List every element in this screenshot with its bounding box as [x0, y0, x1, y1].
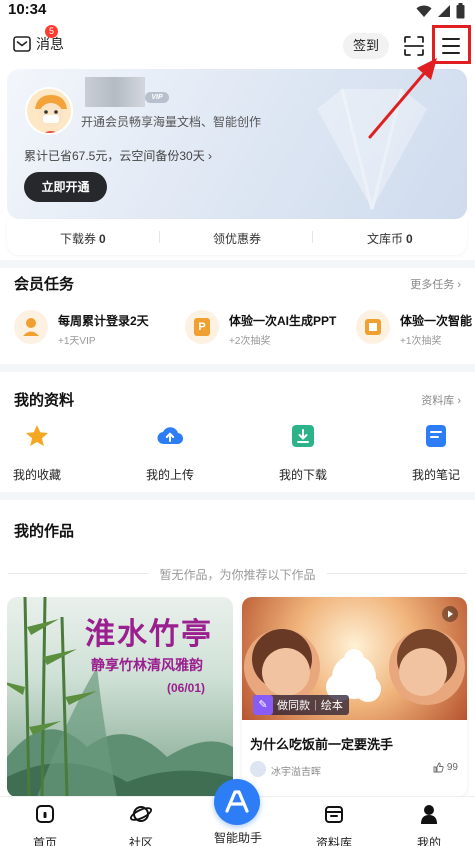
- coupon-coins[interactable]: 文库币 0: [367, 230, 413, 247]
- nav-profile[interactable]: 我的: [394, 803, 464, 846]
- task-item[interactable]: 体验一次智能 +1次抽奖: [356, 308, 475, 348]
- empty-works-text: 暂无作品，为你推荐以下作品: [159, 568, 316, 582]
- nav-home[interactable]: 首页: [10, 803, 80, 846]
- vip-saved-text[interactable]: 累计已省67.5元，云空间备份30天 ›: [24, 147, 212, 164]
- like-button[interactable]: 99: [433, 762, 458, 773]
- username-redacted: [85, 77, 145, 107]
- coupon-divider: [312, 231, 313, 243]
- recommended-work-card[interactable]: ✎ 做同款 | 绘本 为什么吃饭前一定要洗手 冰宇溢吉晖 99: [242, 597, 467, 797]
- recommended-work-card[interactable]: 淮水竹亭 静享竹林清风雅韵 (06/01): [7, 597, 233, 797]
- status-bar: 10:34: [0, 0, 475, 22]
- section-divider: [0, 364, 475, 372]
- work-title: 为什么吃饭前一定要洗手: [250, 737, 394, 752]
- section-divider: [0, 492, 475, 500]
- image-task-icon: [356, 310, 390, 344]
- messages-button[interactable]: 消息: [13, 34, 64, 54]
- poster-date: (06/01): [167, 681, 206, 695]
- my-downloads-button[interactable]: 我的下载: [268, 423, 338, 483]
- nav-assistant-label: 智能助手: [213, 831, 262, 845]
- status-time: 10:34: [8, 1, 47, 18]
- login-task-icon: [14, 310, 48, 344]
- home-icon: [36, 805, 54, 823]
- profile-icon: [421, 805, 437, 824]
- member-tasks-more[interactable]: 更多任务 ›: [410, 276, 461, 292]
- task-item[interactable]: P 体验一次AI生成PPT +2次抽奖: [185, 308, 345, 348]
- cloud-upload-icon: [157, 427, 184, 445]
- my-uploads-button[interactable]: 我的上传: [135, 423, 205, 483]
- open-vip-button[interactable]: 立即开通: [24, 172, 107, 202]
- tag-separator: |: [314, 699, 317, 711]
- nav-library[interactable]: 资料库: [299, 803, 369, 846]
- nav-assistant-button[interactable]: [214, 779, 260, 825]
- my-notes-button[interactable]: 我的笔记: [401, 423, 471, 483]
- make-same-tag[interactable]: ✎ 做同款 | 绘本: [253, 695, 349, 715]
- battery-icon: [456, 3, 465, 19]
- planet-icon: [129, 806, 153, 822]
- poster-subtitle: 静享竹林清风雅韵: [91, 657, 203, 673]
- edit-icon: ✎: [253, 695, 273, 715]
- my-favorites-button[interactable]: 我的收藏: [2, 423, 72, 483]
- my-works-title: 我的作品: [14, 523, 75, 540]
- status-icons: [416, 3, 465, 19]
- poster-title: 淮水竹亭: [85, 618, 213, 651]
- play-icon: [442, 606, 458, 622]
- signal-icon: [438, 5, 450, 17]
- bottom-nav: 首页 社区 智能助手 资料库 我的: [0, 779, 475, 846]
- ppt-task-icon: P: [185, 310, 219, 344]
- star-icon: [26, 425, 48, 446]
- messages-badge: 5: [45, 25, 58, 38]
- coupon-get[interactable]: 领优惠券: [213, 230, 261, 247]
- section-divider: [0, 260, 475, 268]
- library-icon: [325, 806, 343, 823]
- author-avatar: [250, 761, 266, 777]
- nav-community[interactable]: 社区: [106, 803, 176, 846]
- coupon-divider: [159, 231, 160, 243]
- resource-library-link[interactable]: 资料库 ›: [421, 392, 461, 408]
- assistant-icon: [225, 790, 249, 813]
- wifi-icon: [416, 5, 432, 17]
- note-icon: [426, 425, 446, 447]
- thumbs-up-icon: [433, 762, 444, 773]
- vip-tag: VIP: [145, 92, 169, 103]
- vip-description: 开通会员畅享海量文档、智能创作: [81, 115, 262, 129]
- work-author: 冰宇溢吉晖: [271, 767, 321, 778]
- my-resources-title: 我的资料: [14, 392, 75, 409]
- annotation-arrow-icon: [368, 58, 437, 139]
- coupon-download[interactable]: 下载券 0: [60, 230, 106, 247]
- member-tasks-title: 会员任务: [14, 276, 75, 293]
- avatar[interactable]: [25, 87, 73, 135]
- download-icon: [292, 425, 314, 447]
- avatar-character-icon: [27, 89, 71, 133]
- task-item[interactable]: 每周累计登录2天 +1天VIP: [14, 308, 174, 348]
- coupons-row: 下载券 0 领优惠券 文库币 0: [7, 219, 467, 255]
- mail-icon: [13, 36, 31, 52]
